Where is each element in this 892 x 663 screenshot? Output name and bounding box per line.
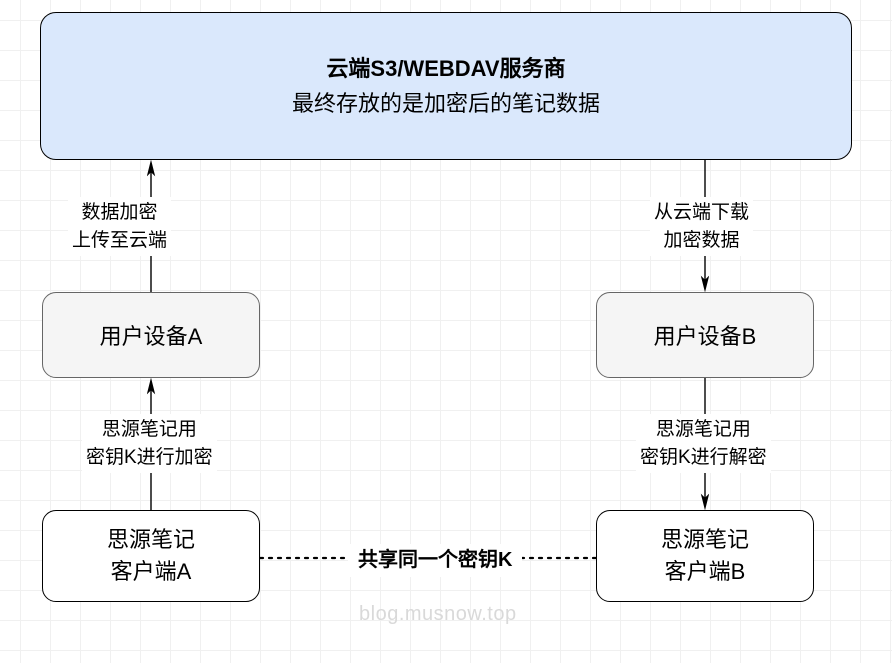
cloud-title: 云端S3/WEBDAV服务商: [326, 51, 565, 86]
download-label-line2: 加密数据: [654, 227, 749, 255]
client-b-line1: 思源笔记: [661, 524, 749, 556]
device-a-label: 用户设备A: [100, 319, 203, 351]
download-label-line1: 从云端下载: [654, 199, 749, 227]
client-a-line1: 思源笔记: [107, 524, 195, 556]
upload-label: 数据加密 上传至云端: [68, 197, 171, 256]
encrypt-label-line1: 思源笔记用: [86, 416, 213, 444]
device-b-label: 用户设备B: [654, 319, 757, 351]
cloud-subtitle: 最终存放的是加密后的笔记数据: [292, 86, 600, 121]
decrypt-label-line2: 密钥K进行解密: [640, 444, 767, 472]
encrypt-label-line2: 密钥K进行加密: [86, 444, 213, 472]
decrypt-label-line1: 思源笔记用: [640, 416, 767, 444]
upload-label-line1: 数据加密: [72, 199, 167, 227]
watermark: blog.musnow.top: [359, 603, 517, 626]
client-a-line2: 客户端A: [111, 556, 192, 588]
client-b-box: 思源笔记 客户端B: [596, 510, 814, 602]
encrypt-label: 思源笔记用 密钥K进行加密: [82, 414, 217, 473]
decrypt-label: 思源笔记用 密钥K进行解密: [636, 414, 771, 473]
share-key-label: 共享同一个密钥K: [348, 544, 522, 577]
client-b-line2: 客户端B: [665, 556, 746, 588]
device-b-box: 用户设备B: [596, 292, 814, 378]
upload-label-line2: 上传至云端: [72, 227, 167, 255]
download-label: 从云端下载 加密数据: [650, 197, 753, 256]
client-a-box: 思源笔记 客户端A: [42, 510, 260, 602]
device-a-box: 用户设备A: [42, 292, 260, 378]
cloud-provider-box: 云端S3/WEBDAV服务商 最终存放的是加密后的笔记数据: [40, 12, 852, 160]
